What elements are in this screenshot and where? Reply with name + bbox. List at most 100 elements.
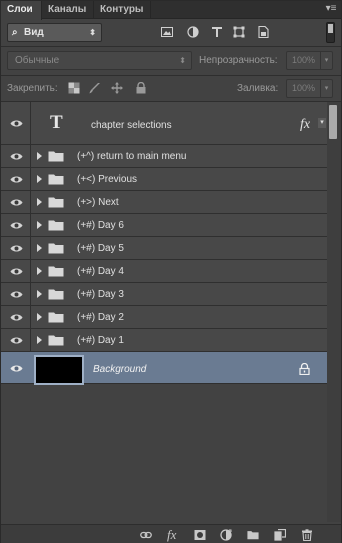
folder-icon	[48, 312, 64, 323]
lock-image-pixels-icon[interactable]	[89, 82, 101, 94]
eye-icon[interactable]	[10, 221, 23, 230]
layer-row-background[interactable]: Background	[1, 352, 327, 385]
expand-triangle-icon[interactable]	[37, 221, 42, 229]
layer-name[interactable]: (+>) Next	[77, 197, 119, 208]
updown-arrow-icon: ⬍	[179, 56, 186, 65]
expand-triangle-icon[interactable]	[37, 336, 42, 344]
panel-menu-icon[interactable]: ▾≡	[325, 3, 337, 15]
shape-filter-icon[interactable]	[233, 26, 245, 38]
opacity-value: 100%	[292, 55, 316, 65]
eye-icon[interactable]	[10, 267, 23, 276]
visibility-cell[interactable]	[1, 329, 31, 351]
layers-scrollbar[interactable]	[327, 102, 341, 522]
expand-triangle-icon[interactable]	[37, 290, 42, 298]
eye-icon[interactable]	[10, 244, 23, 253]
layer-name[interactable]: (+#) Day 3	[77, 289, 124, 300]
eye-icon[interactable]	[10, 290, 23, 299]
adjustment-filter-icon[interactable]	[187, 26, 199, 38]
visibility-cell[interactable]	[1, 352, 31, 383]
tab-paths[interactable]: Контуры	[94, 1, 151, 19]
lock-label: Закрепить:	[7, 83, 58, 94]
add-mask-icon[interactable]	[194, 529, 206, 541]
layer-name[interactable]: Background	[93, 364, 146, 375]
layers-panel: Слои Каналы Контуры ▾≡ ⌕ Вид ⬍ Обычные ⬍…	[0, 0, 342, 543]
folder-icon	[48, 335, 64, 346]
lock-transparent-pixels-icon[interactable]	[68, 82, 80, 94]
visibility-cell[interactable]	[1, 214, 31, 236]
layer-row-group[interactable]: (+#) Day 1	[1, 329, 327, 352]
layer-row-group[interactable]: (+#) Day 2	[1, 306, 327, 329]
expand-triangle-icon[interactable]	[37, 175, 42, 183]
filter-kind-select[interactable]: ⌕ Вид ⬍	[7, 23, 102, 42]
layer-row-group[interactable]: (+#) Day 6	[1, 214, 327, 237]
opacity-field[interactable]: 100% ▾	[286, 51, 333, 70]
layer-name[interactable]: (+#) Day 2	[77, 312, 124, 323]
blend-mode-value: Обычные	[15, 55, 60, 66]
layer-row-group[interactable]: (+#) Day 3	[1, 283, 327, 306]
layer-name[interactable]: (+^) return to main menu	[77, 151, 186, 162]
layer-name[interactable]: (+<) Previous	[77, 174, 137, 185]
search-icon: ⌕	[12, 27, 18, 38]
expand-triangle-icon[interactable]	[37, 244, 42, 252]
expand-triangle-icon[interactable]	[37, 267, 42, 275]
visibility-cell[interactable]	[1, 306, 31, 328]
delete-layer-icon[interactable]	[301, 529, 313, 541]
add-style-icon[interactable]: fx	[167, 527, 176, 543]
new-layer-icon[interactable]	[274, 529, 286, 541]
filter-toggle-switch[interactable]	[326, 22, 335, 43]
type-filter-icon[interactable]	[211, 26, 223, 38]
layer-name[interactable]: chapter selections	[91, 120, 172, 131]
scrollbar-thumb[interactable]	[329, 105, 337, 139]
smart-object-filter-icon[interactable]	[257, 26, 269, 38]
dropdown-arrow-icon[interactable]: ▾	[320, 80, 332, 97]
layer-name[interactable]: (+#) Day 5	[77, 243, 124, 254]
fill-field[interactable]: 100% ▾	[286, 79, 333, 98]
layer-thumbnail	[34, 355, 84, 385]
layer-name[interactable]: (+#) Day 4	[77, 266, 124, 277]
eye-icon[interactable]	[10, 313, 23, 322]
expand-triangle-icon[interactable]	[37, 313, 42, 321]
divider	[1, 75, 341, 76]
expand-triangle-icon[interactable]	[37, 198, 42, 206]
folder-icon	[48, 266, 64, 277]
expand-triangle-icon[interactable]	[37, 152, 42, 160]
layer-row-group[interactable]: (+<) Previous	[1, 168, 327, 191]
layer-row-chapter-selections[interactable]: T chapter selections fx ▾	[1, 102, 327, 145]
layer-row-group[interactable]: (+^) return to main menu	[1, 145, 327, 168]
eye-icon[interactable]	[10, 175, 23, 184]
layer-effects-icon[interactable]: fx	[300, 117, 310, 133]
eye-icon[interactable]	[10, 119, 23, 128]
blend-mode-select[interactable]: Обычные ⬍	[7, 51, 192, 70]
filter-kind-label: Вид	[24, 27, 44, 38]
folder-icon	[48, 220, 64, 231]
expand-effects-icon[interactable]: ▾	[318, 118, 326, 128]
visibility-cell[interactable]	[1, 145, 31, 167]
layer-row-group[interactable]: (+>) Next	[1, 191, 327, 214]
eye-icon[interactable]	[10, 364, 23, 373]
visibility-cell[interactable]	[1, 102, 31, 144]
layer-name[interactable]: (+#) Day 6	[77, 220, 124, 231]
eye-icon[interactable]	[10, 152, 23, 161]
lock-position-icon[interactable]	[111, 82, 123, 94]
layer-row-group[interactable]: (+#) Day 4	[1, 260, 327, 283]
folder-icon	[48, 151, 64, 162]
eye-icon[interactable]	[10, 198, 23, 207]
new-adjustment-icon[interactable]	[220, 529, 232, 541]
lock-all-icon[interactable]	[135, 82, 147, 94]
visibility-cell[interactable]	[1, 283, 31, 305]
opacity-label: Непрозрачность:	[199, 55, 278, 66]
new-group-icon[interactable]	[247, 529, 259, 541]
eye-icon[interactable]	[10, 336, 23, 345]
visibility-cell[interactable]	[1, 237, 31, 259]
image-filter-icon[interactable]	[161, 26, 173, 38]
link-layers-icon[interactable]	[140, 529, 152, 541]
layer-name[interactable]: (+#) Day 1	[77, 335, 124, 346]
visibility-cell[interactable]	[1, 168, 31, 190]
dropdown-arrow-icon[interactable]: ▾	[320, 52, 332, 69]
tab-layers[interactable]: Слои	[1, 1, 42, 20]
visibility-cell[interactable]	[1, 260, 31, 282]
tab-channels[interactable]: Каналы	[42, 1, 94, 19]
layer-row-group[interactable]: (+#) Day 5	[1, 237, 327, 260]
visibility-cell[interactable]	[1, 191, 31, 213]
panel-tab-bar: Слои Каналы Контуры ▾≡	[1, 1, 341, 20]
